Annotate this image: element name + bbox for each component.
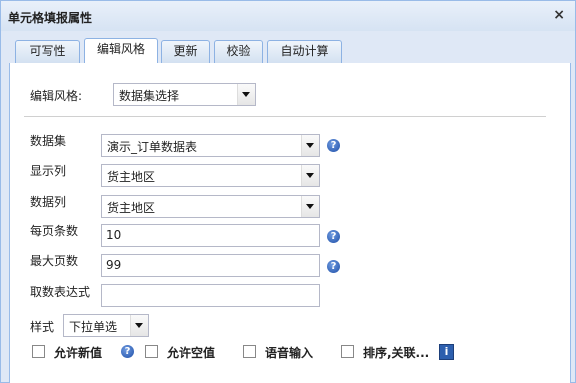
help-icon[interactable]: ?: [327, 139, 340, 152]
max-pages-value: 99: [106, 258, 122, 272]
page-size-value: 10: [106, 228, 122, 242]
expression-label: 取数表达式: [30, 285, 91, 299]
dataset-select[interactable]: 演示_订单数据表: [101, 134, 320, 157]
tab-edit-style[interactable]: 编辑风格: [84, 38, 158, 64]
style-value: 下拉单选: [69, 320, 118, 334]
sort-link-label: 排序,关联...: [363, 346, 430, 360]
tab-strip: 可写性 编辑风格 更新 校验 自动计算: [9, 37, 569, 64]
chevron-down-icon[interactable]: [301, 165, 319, 186]
data-column-value: 货主地区: [107, 201, 156, 215]
edit-style-select[interactable]: 数据集选择: [113, 83, 256, 106]
sort-link-checkbox[interactable]: [341, 345, 354, 358]
display-column-label: 显示列: [30, 164, 67, 178]
close-icon[interactable]: ×: [553, 7, 565, 23]
cell-fill-properties-dialog: 单元格填报属性 × 可写性 编辑风格 更新 校验 自动计算 编辑风格: 数据集选…: [0, 0, 576, 383]
tab-auto-calc[interactable]: 自动计算: [267, 40, 342, 63]
voice-input-label: 语音输入: [265, 346, 314, 360]
tab-writable[interactable]: 可写性: [15, 40, 80, 63]
data-column-label: 数据列: [30, 195, 67, 209]
allow-new-value-checkbox[interactable]: [32, 345, 45, 358]
chevron-down-icon[interactable]: [301, 135, 319, 156]
display-column-value: 货主地区: [107, 170, 156, 184]
help-icon[interactable]: ?: [121, 345, 134, 358]
allow-empty-value-label: 允许空值: [167, 346, 216, 360]
dialog-title: 单元格填报属性: [8, 11, 93, 25]
data-column-select[interactable]: 货主地区: [101, 195, 320, 218]
tab-update[interactable]: 更新: [161, 40, 210, 63]
edit-style-value: 数据集选择: [119, 89, 180, 103]
chevron-down-icon[interactable]: [130, 315, 148, 336]
divider: [24, 116, 546, 117]
expression-input[interactable]: [101, 284, 320, 307]
help-icon[interactable]: ?: [327, 230, 340, 243]
max-pages-label: 最大页数: [30, 254, 79, 268]
edit-style-panel: 编辑风格: 数据集选择 数据集 演示_订单数据表 ? 显示列 货主地区 数据列 …: [9, 63, 571, 383]
style-label: 样式: [30, 320, 55, 334]
help-icon[interactable]: ?: [327, 260, 340, 273]
page-size-label: 每页条数: [30, 224, 79, 238]
allow-new-value-label: 允许新值: [54, 346, 103, 360]
display-column-select[interactable]: 货主地区: [101, 164, 320, 187]
info-icon[interactable]: i: [439, 344, 454, 360]
page-size-input[interactable]: 10: [101, 224, 320, 247]
allow-empty-value-checkbox[interactable]: [145, 345, 158, 358]
voice-input-checkbox[interactable]: [243, 345, 256, 358]
edit-style-label: 编辑风格:: [30, 89, 83, 103]
dataset-value: 演示_订单数据表: [107, 140, 198, 154]
style-select[interactable]: 下拉单选: [63, 314, 149, 337]
tab-validation[interactable]: 校验: [214, 40, 263, 63]
title-bar[interactable]: 单元格填报属性 ×: [1, 1, 575, 31]
max-pages-input[interactable]: 99: [101, 254, 320, 277]
chevron-down-icon[interactable]: [237, 84, 255, 105]
dataset-label: 数据集: [30, 134, 67, 148]
chevron-down-icon[interactable]: [301, 196, 319, 217]
